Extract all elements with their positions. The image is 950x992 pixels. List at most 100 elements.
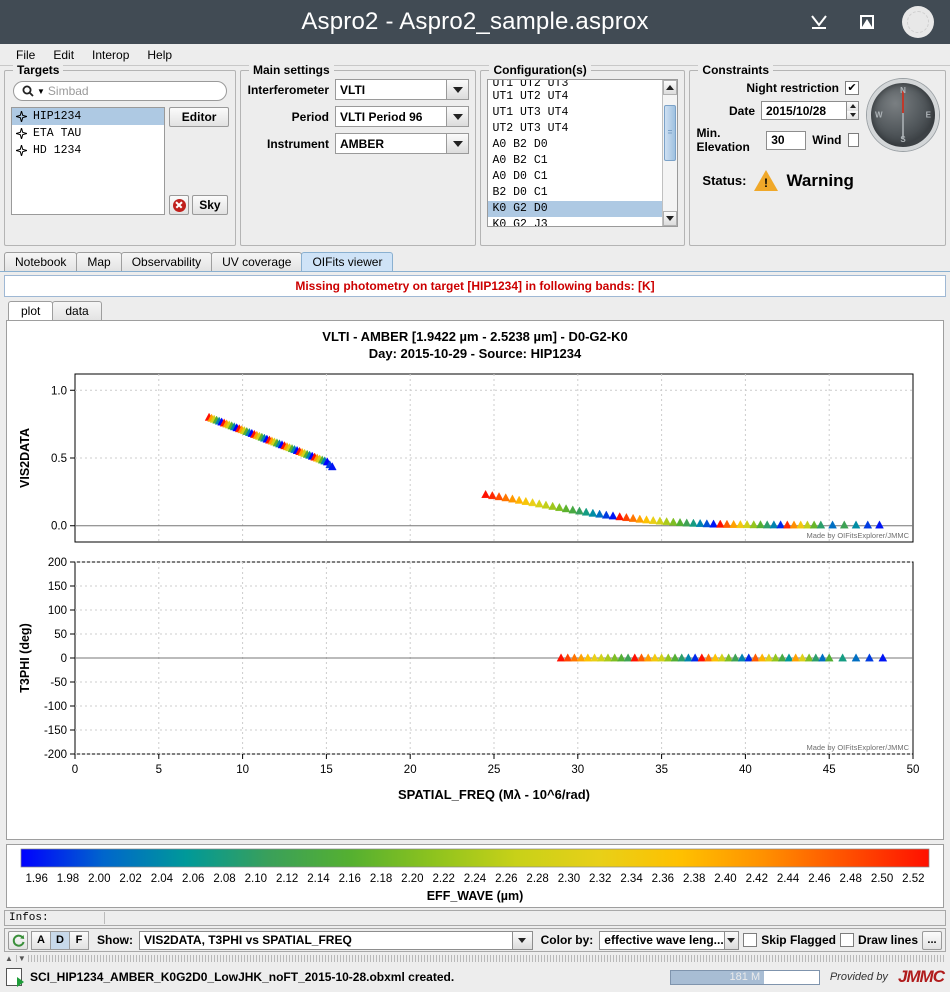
show-label: Show:	[97, 933, 133, 947]
status-label: Status:	[702, 173, 747, 188]
menu-file[interactable]: File	[8, 46, 43, 64]
list-item[interactable]: UT1 UT3 UT4	[488, 105, 662, 121]
scrollbar-track[interactable]	[663, 95, 678, 211]
main-settings-panel: Main settings Interferometer VLTI Period…	[240, 63, 477, 246]
chevron-down-icon[interactable]	[446, 80, 469, 99]
chevron-down-icon[interactable]	[511, 931, 532, 949]
color-by-value: effective wave leng...	[604, 933, 724, 947]
list-item[interactable]: K0 G2 J3	[488, 217, 662, 226]
list-item[interactable]: K0 G2 D0	[488, 201, 663, 217]
skip-flagged-checkbox[interactable]	[743, 933, 758, 947]
chart-title: VLTI - AMBER [1.9422 µm - 2.5238 µm] - D…	[322, 329, 628, 344]
min-elevation-label: Min. Elevation	[696, 126, 750, 154]
draw-lines-checkbox[interactable]	[839, 933, 854, 947]
tab-uv-coverage[interactable]: UV coverage	[211, 252, 303, 271]
show-select[interactable]: VIS2DATA, T3PHI vs SPATIAL_FREQ	[139, 930, 533, 950]
interferometer-select[interactable]: VLTI	[335, 79, 470, 100]
period-select[interactable]: VLTI Period 96	[335, 106, 470, 127]
subtab-data[interactable]: data	[52, 301, 102, 320]
svg-text:1.0: 1.0	[51, 385, 67, 397]
delete-target-button[interactable]	[169, 195, 190, 215]
list-item[interactable]: A0 B2 D0	[488, 137, 662, 153]
constraints-legend: Constraints	[698, 63, 774, 77]
scrollbar-thumb[interactable]	[664, 105, 677, 161]
tab-map[interactable]: Map	[76, 252, 122, 271]
list-item[interactable]: HIP1234	[12, 108, 165, 125]
svg-text:0.5: 0.5	[51, 453, 67, 465]
svg-text:2.02: 2.02	[119, 873, 141, 885]
menu-help[interactable]: Help	[139, 46, 180, 64]
color-by-select[interactable]: effective wave leng...	[599, 930, 740, 950]
menu-interop[interactable]: Interop	[84, 46, 137, 64]
targets-panel: Targets ▼ Simbad HIP1234 ETA TAU HD 1234	[4, 63, 236, 246]
svg-text:2.46: 2.46	[808, 873, 830, 885]
scroll-up-icon[interactable]	[663, 80, 678, 95]
tab-notebook[interactable]: Notebook	[4, 252, 78, 271]
svg-text:2.42: 2.42	[746, 873, 768, 885]
more-options-button[interactable]: ...	[922, 930, 942, 950]
splitter-handle[interactable]: ▲ ▼	[4, 954, 946, 963]
svg-text:2.34: 2.34	[620, 873, 643, 885]
toggle-a[interactable]: A	[31, 930, 51, 950]
configuration-scrollbar[interactable]	[662, 80, 678, 226]
refresh-icon[interactable]	[8, 930, 28, 950]
wind-checkbox[interactable]	[847, 133, 859, 147]
target-list[interactable]: HIP1234 ETA TAU HD 1234	[11, 107, 166, 215]
svg-text:10: 10	[236, 764, 249, 776]
chevron-down-icon[interactable]	[446, 107, 469, 126]
interferometer-row: Interferometer VLTI	[247, 79, 470, 100]
svg-text:150: 150	[48, 581, 67, 593]
min-elevation-field[interactable]: 30	[766, 130, 807, 150]
sky-button[interactable]: Sky	[192, 195, 228, 215]
scroll-down-icon[interactable]	[663, 211, 678, 226]
chevron-down-icon[interactable]	[723, 931, 739, 949]
chart-title-block: VLTI - AMBER [1.9422 µm - 2.5238 µm] - D…	[7, 321, 943, 362]
configuration-list[interactable]: UT1 UT2 UT3 UT1 UT2 UT4 UT1 UT3 UT4 UT2 …	[487, 79, 679, 227]
subtab-plot[interactable]: plot	[8, 301, 54, 320]
svg-text:2.22: 2.22	[432, 873, 454, 885]
main-tabs: Notebook Map Observability UV coverage O…	[0, 250, 950, 272]
instrument-row: Instrument AMBER	[247, 133, 470, 154]
colorbar-panel: 1.96 1.98 2.00 2.02 2.04 2.06 2.08 2.10 2.12 2.14…	[6, 844, 944, 908]
menubar: File Edit Interop Help	[0, 44, 950, 66]
list-item[interactable]: UT2 UT3 UT4	[488, 121, 662, 137]
memory-monitor[interactable]: 181 M	[669, 969, 820, 985]
list-item[interactable]: UT1 UT2 UT3	[488, 80, 662, 89]
delete-icon	[172, 198, 186, 212]
plot-controls-bar: A D F Show: VIS2DATA, T3PHI vs SPATIAL_F…	[4, 928, 946, 952]
toggle-f[interactable]: F	[69, 930, 89, 950]
date-spinner[interactable]: 2015/10/28	[761, 101, 859, 120]
spinner-up-icon[interactable]	[847, 102, 858, 111]
tab-oifits-viewer[interactable]: OIFits viewer	[301, 252, 394, 271]
list-item[interactable]: HD 1234	[12, 142, 164, 159]
collapse-up-icon[interactable]: ▲	[4, 954, 14, 963]
minimize-icon[interactable]	[806, 9, 832, 35]
constraints-panel: Constraints Night restriction Date 2015/…	[689, 63, 946, 246]
chevron-down-icon[interactable]	[446, 134, 469, 153]
list-item[interactable]: A0 D0 C1	[488, 169, 662, 185]
skip-flagged-label: Skip Flagged	[761, 933, 836, 947]
maximize-icon[interactable]	[854, 9, 880, 35]
skip-flagged-wrap: Skip Flagged	[743, 933, 836, 947]
date-field[interactable]: 2015/10/28	[761, 101, 847, 120]
svg-text:2.16: 2.16	[339, 873, 361, 885]
list-item[interactable]: B2 D0 C1	[488, 185, 662, 201]
chart-subtitle: Day: 2015-10-29 - Source: HIP1234	[368, 346, 582, 361]
night-restriction-checkbox[interactable]	[845, 81, 859, 95]
tab-observability[interactable]: Observability	[120, 252, 213, 271]
list-item[interactable]: UT1 UT2 UT4	[488, 89, 662, 105]
svg-text:1.98: 1.98	[57, 873, 79, 885]
instrument-select[interactable]: AMBER	[335, 133, 470, 154]
editor-button[interactable]: Editor	[169, 107, 229, 127]
simbad-search-input[interactable]: ▼ Simbad	[13, 81, 227, 101]
period-row: Period VLTI Period 96	[247, 106, 470, 127]
collapse-down-icon[interactable]: ▼	[16, 954, 27, 963]
svg-text:1.96: 1.96	[25, 873, 47, 885]
spinner-down-icon[interactable]	[847, 110, 858, 119]
close-icon[interactable]	[902, 6, 934, 38]
list-item[interactable]: ETA TAU	[12, 125, 164, 142]
list-item[interactable]: A0 B2 C1	[488, 153, 662, 169]
toggle-d[interactable]: D	[50, 930, 70, 950]
svg-text:100: 100	[48, 605, 67, 617]
menu-edit[interactable]: Edit	[45, 46, 82, 64]
